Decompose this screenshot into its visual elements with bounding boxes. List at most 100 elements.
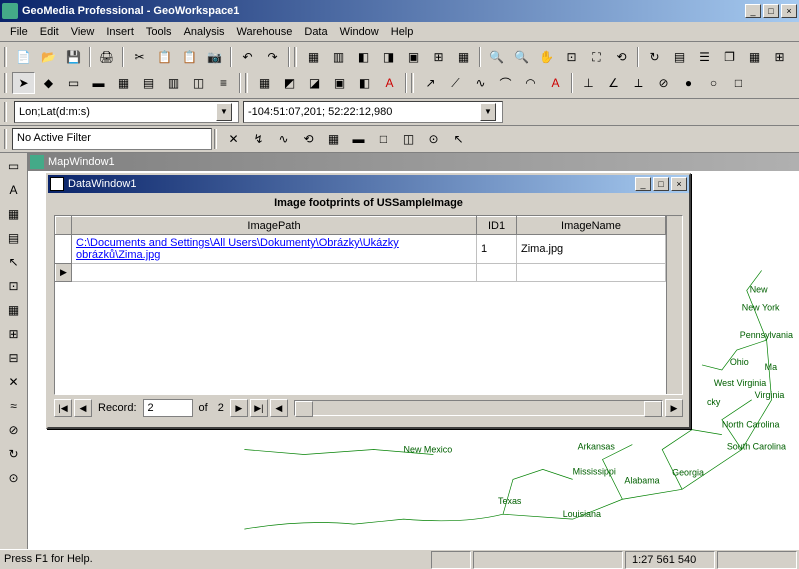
s13-icon[interactable]: ↻ bbox=[2, 443, 25, 465]
legend-icon[interactable]: ▤ bbox=[668, 46, 691, 68]
tool-6-icon[interactable]: ⊞ bbox=[427, 46, 450, 68]
print-icon[interactable]: 🖨 bbox=[95, 46, 118, 68]
coord-value-dropdown[interactable]: ▼ bbox=[243, 101, 503, 123]
layout-icon[interactable]: ⊞ bbox=[768, 46, 791, 68]
window-icon[interactable]: ❐ bbox=[718, 46, 741, 68]
cut-icon[interactable]: ✂ bbox=[128, 46, 151, 68]
zoomout-icon[interactable]: 🔍 bbox=[510, 46, 533, 68]
menu-data[interactable]: Data bbox=[298, 24, 333, 40]
tool-1-icon[interactable]: ▦ bbox=[302, 46, 325, 68]
menu-help[interactable]: Help bbox=[385, 24, 420, 40]
cell-name[interactable]: Zima.jpg bbox=[517, 235, 666, 264]
coord-format-dropdown[interactable]: ▼ bbox=[14, 101, 239, 123]
f10-icon[interactable]: ↖ bbox=[447, 128, 470, 150]
s4-icon[interactable]: ▤ bbox=[2, 227, 25, 249]
open-icon[interactable]: 📂 bbox=[37, 46, 60, 68]
f5-icon[interactable]: ▦ bbox=[322, 128, 345, 150]
s14-icon[interactable]: ⊙ bbox=[2, 467, 25, 489]
fit-icon[interactable]: ⊡ bbox=[560, 46, 583, 68]
menu-analysis[interactable]: Analysis bbox=[178, 24, 231, 40]
copy-icon[interactable]: 📋 bbox=[153, 46, 176, 68]
menu-edit[interactable]: Edit bbox=[34, 24, 65, 40]
f1-icon[interactable]: ✕ bbox=[222, 128, 245, 150]
cell-path[interactable]: C:\Documents and Settings\All Users\Doku… bbox=[72, 235, 477, 264]
row-header-blank[interactable] bbox=[56, 217, 72, 235]
close-button[interactable]: × bbox=[781, 4, 797, 18]
s7-icon[interactable]: ▦ bbox=[2, 299, 25, 321]
data-icon[interactable]: ▦ bbox=[743, 46, 766, 68]
hscroll-left-button[interactable]: ◀ bbox=[270, 399, 288, 417]
d11-icon[interactable]: ● bbox=[677, 72, 700, 94]
table-row[interactable]: C:\Documents and Settings\All Users\Doku… bbox=[56, 235, 666, 264]
nav-last-button[interactable]: ▶| bbox=[250, 399, 268, 417]
vertical-scrollbar[interactable] bbox=[666, 216, 682, 394]
g3-icon[interactable]: ◪ bbox=[303, 72, 326, 94]
cell-empty[interactable] bbox=[72, 264, 477, 282]
hscroll-right-button[interactable]: ▶ bbox=[665, 399, 683, 417]
map-titlebar[interactable]: MapWindow1 bbox=[28, 153, 799, 171]
cell-empty[interactable] bbox=[517, 264, 666, 282]
child-close-button[interactable]: × bbox=[671, 177, 687, 191]
paste-icon[interactable]: 📋 bbox=[178, 46, 201, 68]
nav-first-button[interactable]: |◀ bbox=[54, 399, 72, 417]
s8-icon[interactable]: ⊞ bbox=[2, 323, 25, 345]
f2-icon[interactable]: ↯ bbox=[247, 128, 270, 150]
tool-2-icon[interactable]: ▥ bbox=[327, 46, 350, 68]
dropdown-icon[interactable]: ▼ bbox=[216, 103, 232, 121]
pan-icon[interactable]: ✋ bbox=[535, 46, 558, 68]
new-icon[interactable]: 📄 bbox=[12, 46, 35, 68]
menu-warehouse[interactable]: Warehouse bbox=[231, 24, 299, 40]
tool-7-icon[interactable]: ▦ bbox=[452, 46, 475, 68]
tool-5-icon[interactable]: ▣ bbox=[402, 46, 425, 68]
col-id1[interactable]: ID1 bbox=[477, 217, 517, 235]
s5-icon[interactable]: ↖ bbox=[2, 251, 25, 273]
f6-icon[interactable]: ▬ bbox=[347, 128, 370, 150]
d6-icon[interactable]: A bbox=[544, 72, 567, 94]
g4-icon[interactable]: ▣ bbox=[328, 72, 351, 94]
menu-view[interactable]: View bbox=[65, 24, 101, 40]
menu-window[interactable]: Window bbox=[334, 24, 385, 40]
s2-icon[interactable]: A bbox=[2, 179, 25, 201]
ed1-icon[interactable]: ◆ bbox=[37, 72, 60, 94]
dropdown-icon[interactable]: ▼ bbox=[480, 103, 496, 121]
ed8-icon[interactable]: ≡ bbox=[212, 72, 235, 94]
menu-tools[interactable]: Tools bbox=[140, 24, 178, 40]
cell-id[interactable]: 1 bbox=[477, 235, 517, 264]
child-minimize-button[interactable]: _ bbox=[635, 177, 651, 191]
coord-format-input[interactable] bbox=[19, 106, 214, 118]
col-imagename[interactable]: ImageName bbox=[517, 217, 666, 235]
ed7-icon[interactable]: ◫ bbox=[187, 72, 210, 94]
d8-icon[interactable]: ∠ bbox=[602, 72, 625, 94]
f4-icon[interactable]: ⟲ bbox=[297, 128, 320, 150]
d7-icon[interactable]: ⊥ bbox=[577, 72, 600, 94]
undo-icon[interactable]: ↶ bbox=[236, 46, 259, 68]
g2-icon[interactable]: ◩ bbox=[278, 72, 301, 94]
layer-icon[interactable]: ☰ bbox=[693, 46, 716, 68]
f7-icon[interactable]: □ bbox=[372, 128, 395, 150]
redo-icon[interactable]: ↷ bbox=[261, 46, 284, 68]
coord-value-input[interactable] bbox=[248, 106, 478, 118]
zoom-prev-icon[interactable]: ⟲ bbox=[610, 46, 633, 68]
minimize-button[interactable]: _ bbox=[745, 4, 761, 18]
menu-file[interactable]: File bbox=[4, 24, 34, 40]
d10-icon[interactable]: ⊘ bbox=[652, 72, 675, 94]
horizontal-scrollbar[interactable] bbox=[294, 400, 663, 416]
s11-icon[interactable]: ≈ bbox=[2, 395, 25, 417]
maximize-button[interactable]: □ bbox=[763, 4, 779, 18]
row-selector[interactable] bbox=[56, 235, 72, 264]
nav-current-input[interactable] bbox=[143, 399, 193, 417]
ed5-icon[interactable]: ▤ bbox=[137, 72, 160, 94]
g5-icon[interactable]: ◧ bbox=[353, 72, 376, 94]
child-maximize-button[interactable]: □ bbox=[653, 177, 669, 191]
d12-icon[interactable]: ○ bbox=[702, 72, 725, 94]
ed2-icon[interactable]: ▭ bbox=[62, 72, 85, 94]
g6-icon[interactable]: A bbox=[378, 72, 401, 94]
nav-next-button[interactable]: ▶ bbox=[230, 399, 248, 417]
zoomin-icon[interactable]: 🔍 bbox=[485, 46, 508, 68]
tool-4-icon[interactable]: ◨ bbox=[377, 46, 400, 68]
s10-icon[interactable]: ✕ bbox=[2, 371, 25, 393]
menu-insert[interactable]: Insert bbox=[100, 24, 140, 40]
d5-icon[interactable]: ◠ bbox=[519, 72, 542, 94]
filter-text[interactable]: No Active Filter bbox=[12, 128, 212, 150]
tool-3-icon[interactable]: ◧ bbox=[352, 46, 375, 68]
